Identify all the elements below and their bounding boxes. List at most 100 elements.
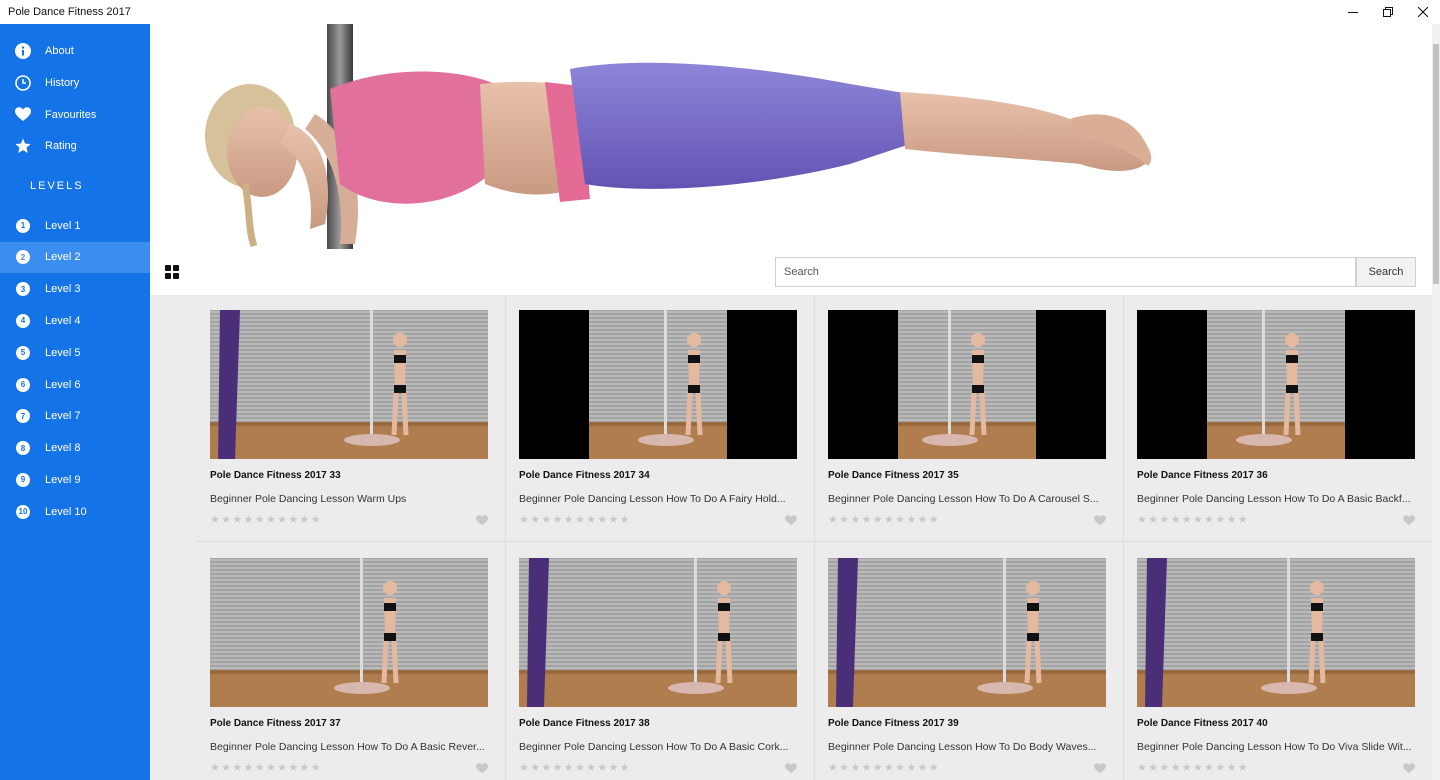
favourite-heart-icon[interactable] (785, 515, 797, 526)
rating-star-icon[interactable]: ★ (929, 762, 940, 774)
scrollbar[interactable] (1432, 24, 1440, 780)
sidebar-item-level-1[interactable]: 1 Level 1 (0, 210, 150, 241)
rating-star-icon[interactable]: ★ (918, 762, 929, 774)
sidebar-item-favourites[interactable]: Favourites (0, 99, 150, 130)
rating-star-icon[interactable]: ★ (597, 514, 608, 526)
favourite-heart-icon[interactable] (1403, 515, 1415, 526)
video-card[interactable]: Pole Dance Fitness 2017 37 Beginner Pole … (197, 543, 506, 780)
rating-star-icon[interactable]: ★ (311, 514, 322, 526)
scrollbar-thumb[interactable] (1433, 44, 1439, 284)
rating-star-icon[interactable]: ★ (288, 514, 299, 526)
rating-star-icon[interactable]: ★ (575, 514, 586, 526)
star-rating[interactable]: ★ ★ ★ ★ ★ ★ ★ ★ ★ ★ (1137, 762, 1249, 774)
sidebar-item-level-6[interactable]: 6 Level 6 (0, 369, 150, 400)
rating-star-icon[interactable]: ★ (1227, 514, 1238, 526)
search-input[interactable] (775, 257, 1356, 287)
rating-star-icon[interactable]: ★ (300, 514, 311, 526)
search-button[interactable]: Search (1356, 257, 1416, 287)
rating-star-icon[interactable]: ★ (1137, 762, 1148, 774)
rating-star-icon[interactable]: ★ (266, 762, 277, 774)
rating-star-icon[interactable]: ★ (530, 762, 541, 774)
grid-view-icon[interactable] (165, 265, 180, 280)
rating-star-icon[interactable]: ★ (839, 514, 850, 526)
star-rating[interactable]: ★ ★ ★ ★ ★ ★ ★ ★ ★ ★ (828, 762, 940, 774)
star-rating[interactable]: ★ ★ ★ ★ ★ ★ ★ ★ ★ ★ (210, 762, 322, 774)
rating-star-icon[interactable]: ★ (862, 514, 873, 526)
rating-star-icon[interactable]: ★ (1137, 514, 1148, 526)
rating-star-icon[interactable]: ★ (1148, 762, 1159, 774)
sidebar-item-level-4[interactable]: 4 Level 4 (0, 305, 150, 336)
video-thumbnail[interactable] (519, 558, 797, 707)
rating-star-icon[interactable]: ★ (1159, 514, 1170, 526)
star-rating[interactable]: ★ ★ ★ ★ ★ ★ ★ ★ ★ ★ (1137, 514, 1249, 526)
favourite-heart-icon[interactable] (1094, 763, 1106, 774)
video-thumbnail[interactable] (1137, 558, 1415, 707)
rating-star-icon[interactable]: ★ (277, 762, 288, 774)
close-button[interactable] (1406, 0, 1440, 24)
sidebar-item-history[interactable]: History (0, 67, 150, 98)
rating-star-icon[interactable]: ★ (232, 514, 243, 526)
rating-star-icon[interactable]: ★ (1171, 514, 1182, 526)
video-thumbnail[interactable] (210, 558, 488, 707)
rating-star-icon[interactable]: ★ (884, 514, 895, 526)
video-card[interactable]: Pole Dance Fitness 2017 35 Beginner Pole … (815, 295, 1124, 542)
sidebar-item-level-8[interactable]: 8 Level 8 (0, 433, 150, 464)
rating-star-icon[interactable]: ★ (906, 762, 917, 774)
video-card[interactable]: Pole Dance Fitness 2017 36 Beginner Pole … (1124, 295, 1432, 542)
video-card[interactable]: Pole Dance Fitness 2017 39 Beginner Pole … (815, 543, 1124, 780)
rating-star-icon[interactable]: ★ (288, 762, 299, 774)
star-rating[interactable]: ★ ★ ★ ★ ★ ★ ★ ★ ★ ★ (519, 514, 631, 526)
rating-star-icon[interactable]: ★ (1204, 514, 1215, 526)
favourite-heart-icon[interactable] (785, 763, 797, 774)
rating-star-icon[interactable]: ★ (620, 762, 631, 774)
rating-star-icon[interactable]: ★ (873, 762, 884, 774)
favourite-heart-icon[interactable] (1094, 515, 1106, 526)
rating-star-icon[interactable]: ★ (1159, 762, 1170, 774)
rating-star-icon[interactable]: ★ (1148, 514, 1159, 526)
sidebar-item-about[interactable]: About (0, 35, 150, 66)
video-card[interactable]: Pole Dance Fitness 2017 33 Beginner Pole … (197, 295, 506, 542)
rating-star-icon[interactable]: ★ (906, 514, 917, 526)
rating-star-icon[interactable]: ★ (255, 762, 266, 774)
video-thumbnail[interactable] (210, 310, 488, 459)
rating-star-icon[interactable]: ★ (1215, 514, 1226, 526)
favourite-heart-icon[interactable] (1403, 763, 1415, 774)
favourite-heart-icon[interactable] (476, 763, 488, 774)
sidebar-item-level-7[interactable]: 7 Level 7 (0, 401, 150, 432)
sidebar-item-level-2[interactable]: 2 Level 2 (0, 241, 150, 273)
video-card[interactable]: Pole Dance Fitness 2017 38 Beginner Pole … (506, 543, 815, 780)
rating-star-icon[interactable]: ★ (586, 762, 597, 774)
rating-star-icon[interactable]: ★ (541, 514, 552, 526)
rating-star-icon[interactable]: ★ (564, 762, 575, 774)
sidebar-item-level-3[interactable]: 3 Level 3 (0, 274, 150, 305)
rating-star-icon[interactable]: ★ (1193, 762, 1204, 774)
rating-star-icon[interactable]: ★ (210, 762, 221, 774)
rating-star-icon[interactable]: ★ (895, 514, 906, 526)
rating-star-icon[interactable]: ★ (1204, 762, 1215, 774)
rating-star-icon[interactable]: ★ (1227, 762, 1238, 774)
rating-star-icon[interactable]: ★ (850, 762, 861, 774)
sidebar-item-level-5[interactable]: 5 Level 5 (0, 337, 150, 368)
rating-star-icon[interactable]: ★ (553, 514, 564, 526)
rating-star-icon[interactable]: ★ (609, 762, 620, 774)
rating-star-icon[interactable]: ★ (311, 762, 322, 774)
rating-star-icon[interactable]: ★ (1171, 762, 1182, 774)
rating-star-icon[interactable]: ★ (266, 514, 277, 526)
sidebar-item-level-9[interactable]: 9 Level 9 (0, 464, 150, 495)
rating-star-icon[interactable]: ★ (1238, 762, 1249, 774)
rating-star-icon[interactable]: ★ (541, 762, 552, 774)
rating-star-icon[interactable]: ★ (244, 762, 255, 774)
sidebar-item-level-10[interactable]: 10 Level 10 (0, 496, 150, 527)
rating-star-icon[interactable]: ★ (564, 514, 575, 526)
rating-star-icon[interactable]: ★ (221, 762, 232, 774)
rating-star-icon[interactable]: ★ (1215, 762, 1226, 774)
rating-star-icon[interactable]: ★ (519, 514, 530, 526)
sidebar-item-rating[interactable]: Rating (0, 130, 150, 161)
rating-star-icon[interactable]: ★ (884, 762, 895, 774)
rating-star-icon[interactable]: ★ (210, 514, 221, 526)
rating-star-icon[interactable]: ★ (929, 514, 940, 526)
rating-star-icon[interactable]: ★ (519, 762, 530, 774)
rating-star-icon[interactable]: ★ (597, 762, 608, 774)
rating-star-icon[interactable]: ★ (586, 514, 597, 526)
minimize-button[interactable] (1336, 0, 1370, 24)
